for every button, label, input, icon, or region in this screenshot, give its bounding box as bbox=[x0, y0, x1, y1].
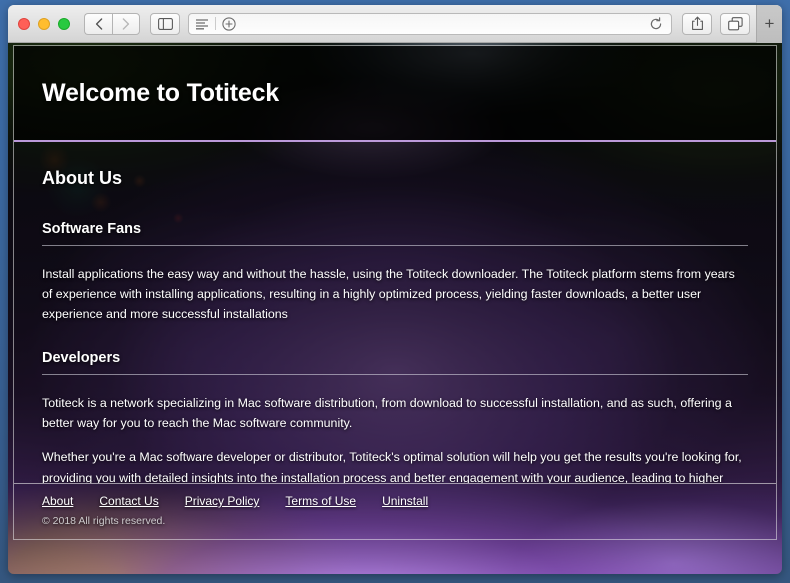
new-tab-button[interactable]: + bbox=[756, 5, 782, 43]
toolbar-right-tools bbox=[682, 12, 750, 35]
chevron-left-icon bbox=[95, 17, 102, 30]
show-tabs-icon bbox=[727, 16, 743, 30]
footer-link-privacy-policy[interactable]: Privacy Policy bbox=[185, 494, 260, 508]
content-block-developers: Developers Totiteck is a network special… bbox=[42, 350, 748, 483]
subheading-software-fans: Software Fans bbox=[42, 221, 748, 246]
sidebar-toggle-button[interactable] bbox=[150, 12, 180, 35]
navigation-buttons bbox=[84, 12, 140, 35]
zoom-window-button[interactable] bbox=[58, 17, 70, 30]
content-block-software-fans: Software Fans Install applications the e… bbox=[42, 221, 748, 324]
address-bar-left-icons bbox=[195, 16, 236, 31]
icon-divider bbox=[215, 17, 216, 30]
footer-link-uninstall[interactable]: Uninstall bbox=[382, 494, 428, 508]
chevron-right-icon bbox=[122, 17, 130, 30]
page-viewport: Welcome to Totiteck About Us Software Fa… bbox=[8, 43, 782, 574]
site-footer: About Contact Us Privacy Policy Terms of… bbox=[14, 483, 776, 539]
main-content: About Us Software Fans Install applicati… bbox=[14, 142, 776, 483]
reload-icon bbox=[650, 16, 662, 29]
share-button[interactable] bbox=[682, 12, 712, 35]
desktop-background: + Welcome to Totiteck About Us Software … bbox=[0, 0, 790, 583]
paragraph: Install applications the easy way and wi… bbox=[42, 267, 735, 322]
page-title: Welcome to Totiteck bbox=[42, 78, 279, 107]
browser-window: + Welcome to Totiteck About Us Software … bbox=[8, 5, 782, 574]
forward-button[interactable] bbox=[112, 12, 140, 35]
sidebar-icon bbox=[157, 17, 173, 30]
share-icon bbox=[691, 16, 703, 30]
plus-circle-icon[interactable] bbox=[222, 16, 236, 31]
footer-link-terms-of-use[interactable]: Terms of Use bbox=[285, 494, 356, 508]
footer-link-about[interactable]: About bbox=[42, 494, 73, 508]
browser-toolbar: + bbox=[8, 5, 782, 43]
site-content-frame: Welcome to Totiteck About Us Software Fa… bbox=[13, 45, 777, 540]
footer-links: About Contact Us Privacy Policy Terms of… bbox=[42, 494, 748, 508]
reload-button[interactable] bbox=[649, 16, 665, 31]
minimize-window-button[interactable] bbox=[38, 17, 50, 30]
paragraph: Whether you're a Mac software developer … bbox=[42, 450, 742, 483]
copyright-text: © 2018 All rights reserved. bbox=[42, 515, 166, 527]
address-bar[interactable] bbox=[188, 12, 672, 35]
subheading-developers: Developers bbox=[42, 350, 748, 376]
back-button[interactable] bbox=[84, 12, 112, 35]
show-all-tabs-button[interactable] bbox=[720, 12, 750, 35]
paragraph: Totiteck is a network specializing in Ma… bbox=[42, 396, 732, 431]
reader-icon[interactable] bbox=[195, 18, 209, 30]
section-heading-about-us: About Us bbox=[42, 168, 122, 188]
footer-link-contact-us[interactable]: Contact Us bbox=[99, 494, 158, 508]
window-controls bbox=[18, 17, 70, 30]
close-window-button[interactable] bbox=[18, 17, 30, 30]
hero-banner: Welcome to Totiteck bbox=[14, 46, 776, 142]
